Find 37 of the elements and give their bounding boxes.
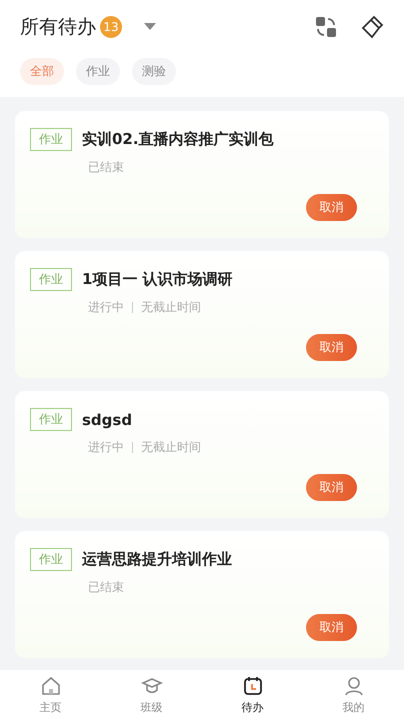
count-badge: 13: [100, 16, 122, 38]
filter-tab[interactable]: 全部: [20, 58, 64, 85]
nav-tab[interactable]: 我的: [303, 670, 404, 720]
task-tag: 作业: [30, 548, 72, 571]
task-deadline: 无截止时间: [141, 299, 201, 316]
task-card[interactable]: 作业 实训02.直播内容推广实训包 已结束 取消: [15, 111, 389, 238]
filter-tab[interactable]: 作业: [76, 58, 120, 85]
task-status: 进行中: [88, 299, 124, 316]
task-card[interactable]: 作业 运营思路提升培训作业 已结束 取消: [15, 531, 389, 658]
dropdown-caret-icon[interactable]: [144, 23, 156, 31]
task-status: 进行中: [88, 439, 124, 456]
page-title: 所有待办: [20, 15, 96, 40]
task-card[interactable]: 作业 1项目一 认识市场调研 进行中 无截止时间 取消: [15, 251, 389, 378]
task-tag: 作业: [30, 128, 72, 151]
nav-tab[interactable]: 待办: [202, 670, 303, 720]
nav-tab[interactable]: 主页: [0, 670, 101, 720]
task-status: 已结束: [88, 579, 124, 596]
broom-icon[interactable]: [360, 15, 384, 39]
task-title: 运营思路提升培训作业: [82, 550, 232, 569]
task-title: 实训02.直播内容推广实训包: [82, 130, 274, 149]
nav-tab[interactable]: 班级: [101, 670, 202, 720]
task-status: 已结束: [88, 159, 124, 176]
cancel-button[interactable]: 取消: [306, 614, 357, 641]
task-tag: 作业: [30, 408, 72, 431]
cancel-button[interactable]: 取消: [306, 474, 357, 501]
person-icon: [342, 675, 364, 697]
task-card[interactable]: 作业 sdgsd 进行中 无截止时间 取消: [15, 391, 389, 518]
calendar-clock-icon: [242, 675, 264, 697]
task-title: 1项目一 认识市场调研: [82, 270, 233, 289]
task-tag: 作业: [30, 268, 72, 291]
task-title: sdgsd: [82, 410, 132, 428]
cancel-button[interactable]: 取消: [306, 334, 357, 361]
task-deadline: 无截止时间: [141, 439, 201, 456]
filter-tab[interactable]: 测验: [132, 58, 176, 85]
home-icon: [40, 675, 62, 697]
cancel-button[interactable]: 取消: [306, 194, 357, 221]
switch-icon[interactable]: [314, 15, 338, 39]
